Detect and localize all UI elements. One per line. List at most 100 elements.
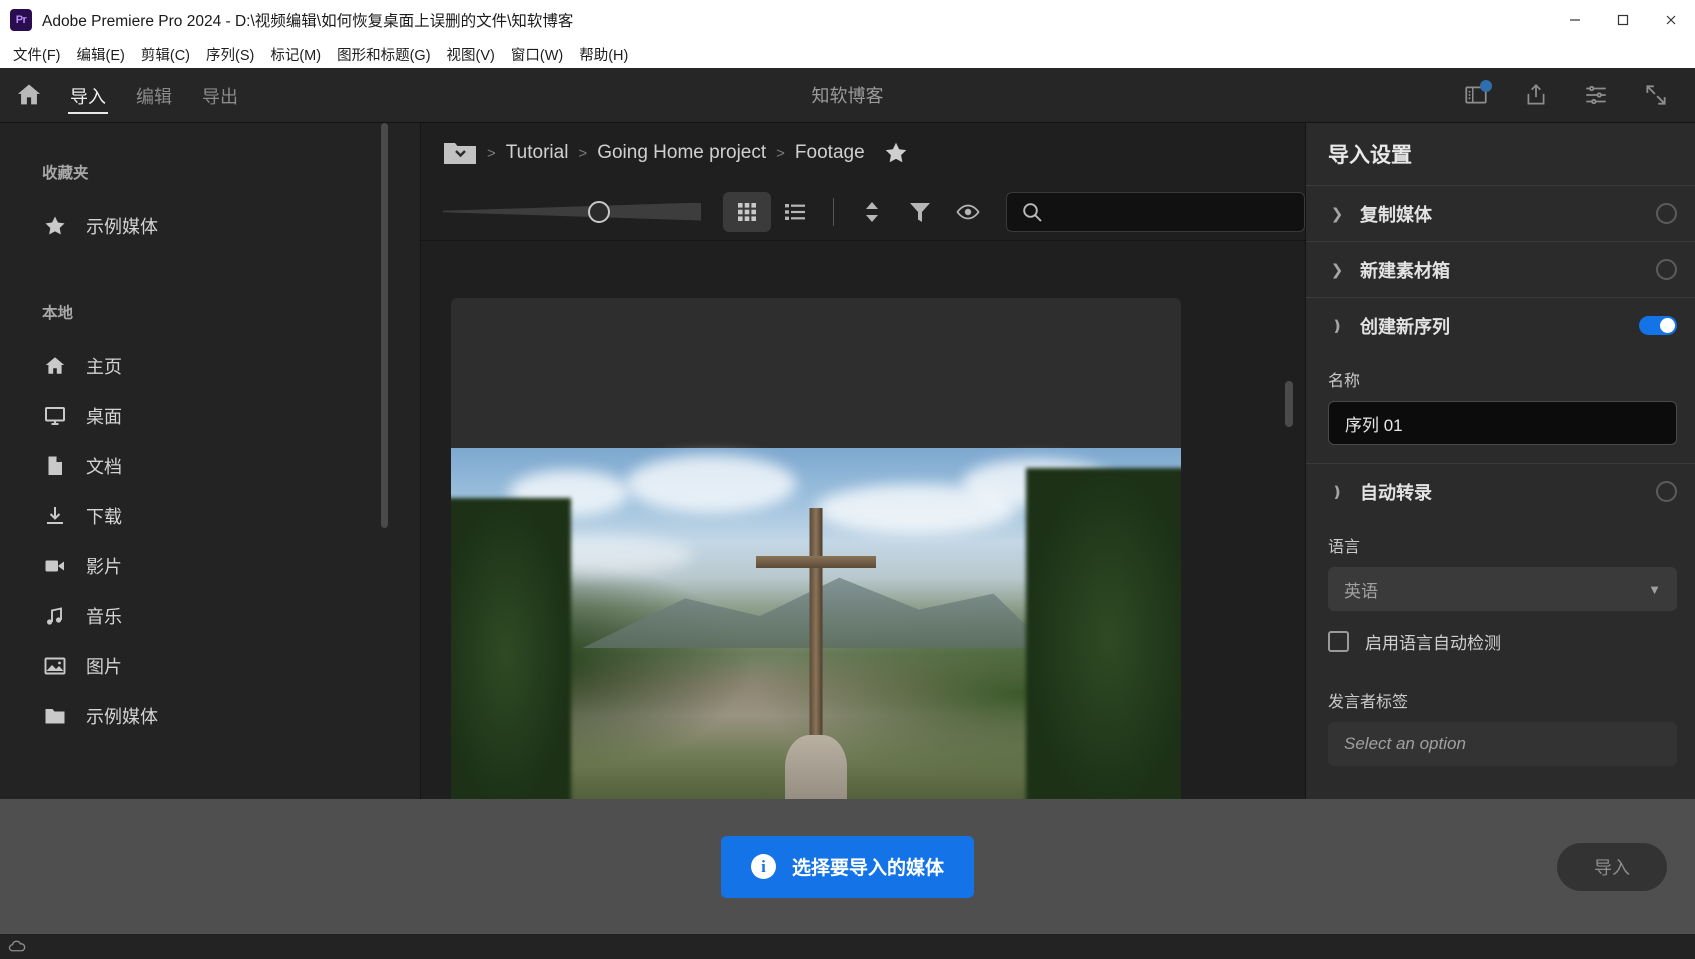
search-box[interactable] — [1006, 191, 1305, 232]
sidebar-item-desktop[interactable]: 桌面 — [42, 391, 420, 441]
language-select[interactable]: 英语 ▼ — [1328, 567, 1677, 611]
media-grid — [421, 241, 1305, 799]
sequence-settings: 名称 序列 01 — [1306, 353, 1695, 463]
tab-export[interactable]: 导出 — [190, 69, 250, 121]
share-icon[interactable] — [1523, 82, 1549, 108]
menu-markers[interactable]: 标记(M) — [263, 41, 328, 68]
menu-file[interactable]: 文件(F) — [6, 41, 68, 68]
speaker-placeholder: Select an option — [1344, 734, 1466, 753]
folder-dropdown-icon[interactable] — [443, 140, 477, 166]
auto-detect-checkbox[interactable] — [1328, 631, 1349, 652]
search-input[interactable] — [1053, 202, 1290, 221]
cross-horizontal — [756, 556, 876, 568]
menu-graphics[interactable]: 图形和标题(G) — [330, 41, 437, 68]
menu-sequence[interactable]: 序列(S) — [199, 41, 261, 68]
main-body: 收藏夹 示例媒体 本地 主页 桌面 文档 下载 影片 音乐 图片 示例媒体 > … — [0, 123, 1695, 799]
slider-handle[interactable] — [588, 200, 610, 223]
window-titlebar: Pr Adobe Premiere Pro 2024 - D:\视频编辑\如何恢… — [0, 0, 1695, 40]
statusbar — [0, 934, 1695, 959]
sidebar-heading-local: 本地 — [42, 305, 74, 322]
monitor-icon — [42, 403, 68, 429]
section-copy-media[interactable]: ❯ 复制媒体 — [1306, 185, 1695, 241]
sidebar-item-home[interactable]: 主页 — [42, 341, 420, 391]
create-sequence-toggle[interactable] — [1639, 316, 1677, 335]
tree-left — [451, 498, 571, 799]
sidebar-item-music[interactable]: 音乐 — [42, 591, 420, 641]
menu-help[interactable]: 帮助(H) — [572, 41, 635, 68]
sidebar-item-label: 图片 — [86, 657, 122, 677]
auto-transcription-toggle[interactable] — [1656, 481, 1677, 502]
media-thumbnail-card[interactable] — [451, 298, 1181, 799]
window-controls — [1551, 0, 1695, 40]
sidebar-item-pictures[interactable]: 图片 — [42, 641, 420, 691]
sidebar-item-label: 主页 — [86, 357, 122, 377]
section-label: 创建新序列 — [1360, 316, 1450, 337]
premiere-pro-window: Pr Adobe Premiere Pro 2024 - D:\视频编辑\如何恢… — [0, 0, 1695, 959]
breadcrumb-item-going-home-project[interactable]: Going Home project — [597, 142, 766, 164]
sidebar: 收藏夹 示例媒体 本地 主页 桌面 文档 下载 影片 音乐 图片 示例媒体 — [0, 123, 420, 799]
grid-view-button[interactable] — [723, 191, 771, 232]
close-button[interactable] — [1647, 0, 1695, 40]
sidebar-item-downloads[interactable]: 下载 — [42, 491, 420, 541]
auto-detect-language-row[interactable]: 启用语言自动检测 — [1328, 629, 1677, 654]
thumbnail-size-slider[interactable] — [443, 199, 701, 225]
section-label: 自动转录 — [1360, 482, 1432, 503]
sidebar-item-label: 影片 — [86, 557, 122, 577]
sidebar-item-sample-media[interactable]: 示例媒体 — [42, 691, 420, 741]
list-view-button[interactable] — [771, 192, 819, 232]
section-label: 新建素材箱 — [1360, 260, 1450, 281]
creative-cloud-icon[interactable] — [8, 938, 26, 956]
cross-base — [785, 735, 847, 799]
speaker-select[interactable]: Select an option — [1328, 722, 1677, 766]
maximize-button[interactable] — [1599, 0, 1647, 40]
thumbnail-image — [451, 448, 1181, 799]
workspace-notification-icon[interactable] — [1463, 80, 1492, 108]
browser-scrollbar[interactable] — [1285, 381, 1293, 427]
tab-edit[interactable]: 编辑 — [124, 69, 184, 121]
sidebar-item-sample-media-fav[interactable]: 示例媒体 — [42, 201, 420, 251]
menu-view[interactable]: 视图(V) — [440, 41, 502, 68]
section-create-sequence[interactable]: ❫ 创建新序列 — [1306, 297, 1695, 353]
section-label: 复制媒体 — [1360, 204, 1432, 225]
section-new-bin[interactable]: ❯ 新建素材箱 — [1306, 241, 1695, 297]
info-icon: i — [750, 854, 776, 879]
menu-edit[interactable]: 编辑(E) — [70, 41, 132, 68]
section-auto-transcription[interactable]: ❫ 自动转录 — [1306, 463, 1695, 519]
import-button[interactable]: 导入 — [1557, 842, 1667, 891]
document-icon — [42, 453, 68, 479]
sidebar-item-label: 下载 — [86, 507, 122, 527]
select-media-label: 选择要导入的媒体 — [791, 858, 944, 879]
copy-media-toggle[interactable] — [1656, 203, 1677, 224]
sidebar-scrollbar[interactable] — [381, 123, 388, 528]
import-settings-panel: 导入设置 ❯ 复制媒体 ❯ 新建素材箱 ❫ 创建新序列 名称 序列 01 ❫ 自… — [1305, 123, 1695, 799]
sidebar-item-movies[interactable]: 影片 — [42, 541, 420, 591]
favorite-star-icon[interactable] — [883, 140, 909, 166]
footer-bar: i 选择要导入的媒体 导入 — [0, 799, 1695, 934]
sort-arrows-icon[interactable] — [848, 192, 896, 232]
sidebar-item-documents[interactable]: 文档 — [42, 441, 420, 491]
chevron-down-icon: ▼ — [1648, 581, 1661, 597]
sequence-name-input[interactable]: 序列 01 — [1328, 401, 1677, 445]
folder-icon — [42, 703, 68, 729]
new-bin-toggle[interactable] — [1656, 259, 1677, 280]
breadcrumb-item-footage[interactable]: Footage — [795, 142, 865, 164]
video-camera-icon — [42, 553, 68, 579]
media-browser: > Tutorial > Going Home project > Footag… — [420, 123, 1305, 799]
breadcrumb-item-tutorial[interactable]: Tutorial — [506, 142, 569, 164]
filter-funnel-icon[interactable] — [896, 192, 944, 232]
menu-window[interactable]: 窗口(W) — [504, 41, 570, 68]
sidebar-item-label: 文档 — [86, 457, 122, 477]
chevron-right-icon: ❯ — [1330, 205, 1344, 223]
fullscreen-icon[interactable] — [1643, 82, 1669, 108]
home-button[interactable] — [0, 81, 58, 109]
select-media-button[interactable]: i 选择要导入的媒体 — [720, 835, 974, 898]
star-icon — [42, 213, 68, 239]
search-icon — [1021, 201, 1043, 223]
chevron-down-icon: ❫ — [1330, 483, 1344, 501]
auto-detect-label: 启用语言自动检测 — [1365, 634, 1501, 653]
tab-import[interactable]: 导入 — [58, 69, 118, 121]
minimize-button[interactable] — [1551, 0, 1599, 40]
settings-lines-icon[interactable] — [1583, 82, 1609, 108]
preview-eye-icon[interactable] — [944, 192, 992, 232]
menu-clip[interactable]: 剪辑(C) — [134, 41, 197, 68]
